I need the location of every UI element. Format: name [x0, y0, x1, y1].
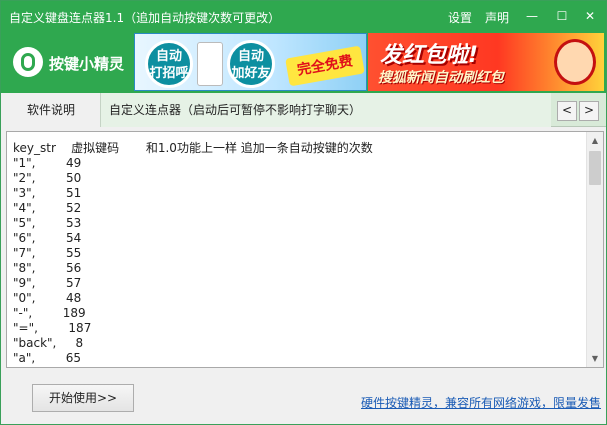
ad-headline: 发红包啦!: [380, 43, 479, 68]
settings-link[interactable]: 设置: [448, 9, 472, 26]
tab-software-info[interactable]: 软件说明: [1, 93, 101, 127]
maximize-button[interactable]: ☐: [551, 5, 573, 27]
tab-next-button[interactable]: >: [579, 101, 599, 121]
tab-custom-clicker[interactable]: 自定义连点器（启动后可暂停不影响打字聊天）: [101, 93, 551, 127]
ad-free-badge: 完全免费: [285, 45, 365, 87]
ad-circle-greet: 自动 打招呼: [145, 40, 193, 88]
minimize-button[interactable]: —: [521, 5, 543, 27]
banner-row: 按键小精灵 自动 打招呼 自动 加好友 完全免费 发红包啦! 搜狐新闻自动刷红包: [1, 31, 606, 93]
scroll-thumb[interactable]: [589, 151, 601, 185]
app-window: 自定义键盘连点器1.1（追加自动按键次数可更改） 设置 声明 — ☐ ✕ 按键小…: [0, 0, 607, 425]
scroll-down-icon[interactable]: ▼: [587, 350, 603, 367]
phone-icon: [197, 42, 223, 86]
window-title: 自定义键盘连点器1.1（追加自动按键次数可更改）: [9, 11, 281, 25]
app-logo: 按键小精灵: [7, 37, 131, 87]
ad-banner-redpacket[interactable]: 发红包啦! 搜狐新闻自动刷红包: [368, 33, 604, 91]
tab-strip: 软件说明 自定义连点器（启动后可暂停不影响打字聊天） < >: [1, 93, 606, 127]
ad-banner-wechat[interactable]: 自动 打招呼 自动 加好友 完全免费: [134, 33, 367, 91]
logo-text: 按键小精灵: [49, 55, 125, 73]
info-textarea[interactable]: key_str 虚拟键码 和1.0功能上一样 追加一条自动按键的次数 "1", …: [6, 131, 604, 368]
title-bar: 自定义键盘连点器1.1（追加自动按键次数可更改） 设置 声明 — ☐ ✕: [1, 1, 606, 31]
mascot-icon: [554, 39, 596, 85]
statement-link[interactable]: 声明: [485, 9, 509, 26]
close-button[interactable]: ✕: [579, 5, 601, 27]
key-code-text: key_str 虚拟键码 和1.0功能上一样 追加一条自动按键的次数 "1", …: [13, 141, 373, 365]
tab-prev-button[interactable]: <: [557, 101, 577, 121]
logo-icon: [13, 47, 43, 77]
start-button[interactable]: 开始使用>>: [32, 384, 134, 412]
ad-subline: 搜狐新闻自动刷红包: [378, 70, 504, 86]
scroll-up-icon[interactable]: ▲: [587, 132, 603, 149]
vertical-scrollbar[interactable]: ▲ ▼: [586, 132, 603, 367]
hardware-ad-link[interactable]: 硬件按键精灵，兼容所有网络游戏，限量发售: [361, 394, 601, 411]
ad-circle-addfriend: 自动 加好友: [227, 40, 275, 88]
